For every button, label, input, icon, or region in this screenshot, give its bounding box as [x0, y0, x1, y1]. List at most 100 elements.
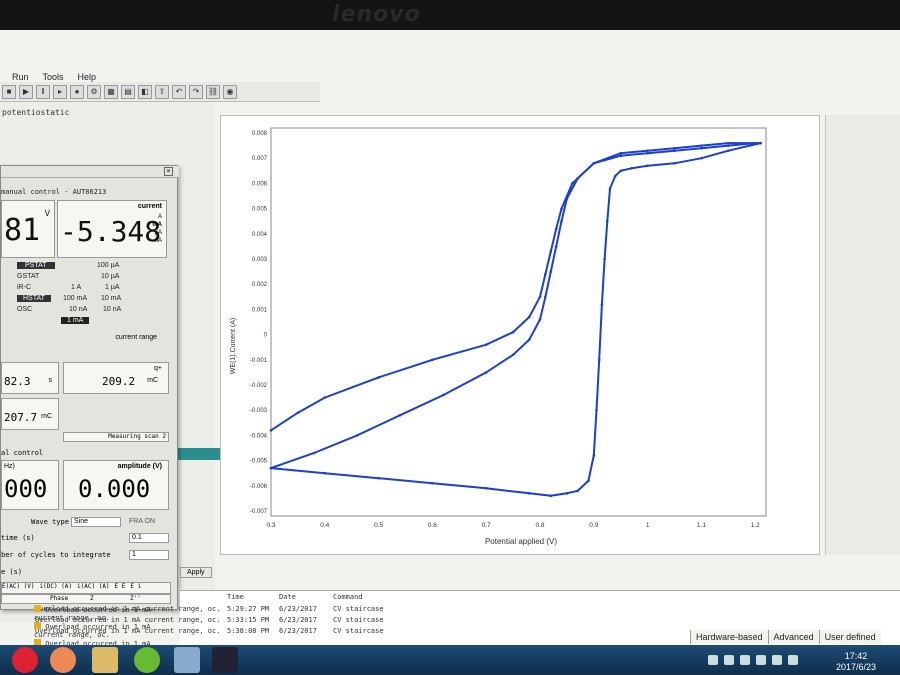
globe-icon[interactable]: ◉	[223, 84, 237, 99]
log-date: 6/23/2017	[279, 605, 317, 613]
log-row[interactable]: Overload occurred in 1 mA current range,…	[35, 605, 900, 616]
y-tick-label: 0.004	[252, 232, 268, 238]
browser-icon[interactable]	[134, 647, 160, 673]
range-option[interactable]: 1 µA	[105, 284, 120, 291]
stop-icon[interactable]: ■	[2, 84, 16, 99]
tray-icon[interactable]	[740, 655, 750, 665]
advanced-tab[interactable]: Advanced	[767, 630, 819, 644]
range-option[interactable]: 10 µA	[101, 273, 119, 280]
y-tick-label: -0.004	[250, 433, 268, 439]
monitor-brand-logo: lenovo	[332, 2, 421, 27]
cv-data-point	[441, 393, 445, 397]
mode-osc[interactable]: OSC	[17, 306, 32, 313]
cv-data-point	[323, 396, 327, 399]
range-option[interactable]: 10 nA	[103, 306, 121, 313]
panel-titlebar[interactable]: ×	[1, 166, 179, 178]
col-phase[interactable]: Phase	[50, 595, 68, 602]
cv-data-point	[727, 149, 730, 152]
redo-icon[interactable]: ↷	[189, 84, 203, 99]
range-option[interactable]: 10 mA	[101, 295, 121, 302]
table-icon[interactable]: ▤	[121, 84, 135, 99]
cv-data-point	[700, 144, 703, 147]
cv-data-point	[323, 471, 327, 475]
col-iac[interactable]: i(AC) (A)	[77, 583, 110, 593]
app-icon[interactable]	[174, 647, 200, 673]
cv-data-point	[673, 146, 676, 150]
user-defined-tab[interactable]: User defined	[818, 630, 881, 644]
y-tick-label: 0	[264, 333, 268, 339]
pause-icon[interactable]: ‖	[36, 84, 50, 99]
mode-hstat[interactable]: HSTAT	[17, 295, 51, 302]
col-z[interactable]: Z	[90, 595, 94, 602]
grid-icon[interactable]: ▦	[104, 84, 118, 99]
range-option[interactable]: 1 A	[71, 284, 81, 291]
wave-type-select[interactable]: Sine	[71, 517, 121, 527]
manual-control-window[interactable]: × manual control - AUT86213 81 V current…	[0, 165, 179, 610]
tree-item[interactable]: potentiostatic	[2, 108, 69, 117]
menu-help[interactable]: Help	[78, 72, 97, 82]
log-row[interactable]: Overload occurred in 1 mA current range,…	[35, 616, 900, 627]
tray-icon[interactable]	[756, 655, 766, 665]
range-option[interactable]: 100 mA	[63, 295, 87, 302]
apply-button[interactable]: Apply	[180, 567, 212, 578]
close-icon[interactable]: ×	[164, 167, 173, 176]
export-icon[interactable]: ⇪	[155, 84, 169, 99]
settings-icon[interactable]: ⚙	[87, 84, 101, 99]
col-eac[interactable]: E(AC) (V)	[2, 583, 35, 593]
step-icon[interactable]: ▸	[53, 84, 67, 99]
tray-icon[interactable]	[708, 655, 718, 665]
media-icon[interactable]	[50, 647, 76, 673]
tray-icon[interactable]	[788, 655, 798, 665]
cv-data-point	[727, 141, 730, 145]
signal-settings: Wave type Sine FRA ON time (s) 0.1 ber o…	[1, 517, 171, 608]
menu-run[interactable]: Run	[12, 72, 29, 82]
start-icon[interactable]	[12, 647, 38, 673]
cv-data-point	[587, 479, 590, 483]
range-option[interactable]: 10 nA	[69, 306, 87, 313]
cv-data-point	[619, 169, 623, 173]
record-icon[interactable]: ●	[70, 84, 84, 99]
col-idc[interactable]: i(DC) (A)	[40, 583, 73, 593]
time-input[interactable]: 0.1	[129, 533, 169, 543]
col-ei[interactable]: E i	[130, 583, 141, 593]
frequency-label: Hz)	[4, 463, 15, 470]
tray-icon[interactable]	[724, 655, 734, 665]
clock[interactable]: 17:42 2017/6/23	[836, 651, 876, 673]
x-tick-label: 1	[646, 522, 650, 529]
mode-gstat[interactable]: GSTAT	[17, 273, 39, 280]
hardware-based-tab[interactable]: Hardware-based	[690, 630, 768, 644]
col-z2[interactable]: Z''	[130, 595, 141, 602]
amplitude-value: 0.000	[78, 475, 151, 503]
chart-icon[interactable]: ◧	[138, 84, 152, 99]
mode-pstat[interactable]: PSTAT	[17, 262, 55, 269]
undo-icon[interactable]: ↶	[172, 84, 186, 99]
cycles-label: ber of cycles to integrate	[1, 551, 111, 559]
fra-toggle[interactable]: FRA ON	[129, 518, 155, 525]
folder-icon[interactable]	[92, 647, 118, 673]
play-icon[interactable]: ▶	[19, 84, 33, 99]
col-ee[interactable]: E E	[115, 583, 126, 593]
y-tick-label: -0.003	[250, 408, 268, 414]
cycles-input[interactable]: 1	[129, 550, 169, 560]
range-selected[interactable]: 1 mA	[61, 317, 90, 324]
menu-tools[interactable]: Tools	[43, 72, 64, 82]
panel-title: manual control - AUT86213	[1, 188, 107, 196]
signal-control-label: al control	[1, 449, 44, 457]
measurement-columns: E(AC) (V) i(DC) (A) i(AC) (A) E E E i	[1, 582, 171, 594]
cv-data-point	[597, 358, 601, 362]
cv-data-point	[576, 489, 579, 493]
cv-data-point	[646, 164, 649, 168]
nova-icon[interactable]	[212, 647, 238, 673]
cv-data-point	[592, 161, 596, 165]
current-display: current -5.348 A mA µA nA	[57, 200, 167, 258]
frequency-value: 000	[4, 475, 48, 503]
mode-irc[interactable]: iR-C	[17, 284, 31, 291]
tray-icon[interactable]	[772, 655, 782, 665]
y-tick-label: -0.007	[250, 509, 268, 515]
cv-data-point	[614, 174, 617, 178]
range-option[interactable]: 100 µA	[97, 262, 119, 269]
cv-data-point	[592, 454, 596, 457]
link-icon[interactable]: ⛓	[206, 84, 220, 99]
cv-plot: 0.3 0.4 0.5 0.6 0.7 0.8 0.9 1 1.1 1.2 0.008 0.007 0.…	[230, 127, 767, 546]
cv-data-point	[527, 338, 531, 341]
